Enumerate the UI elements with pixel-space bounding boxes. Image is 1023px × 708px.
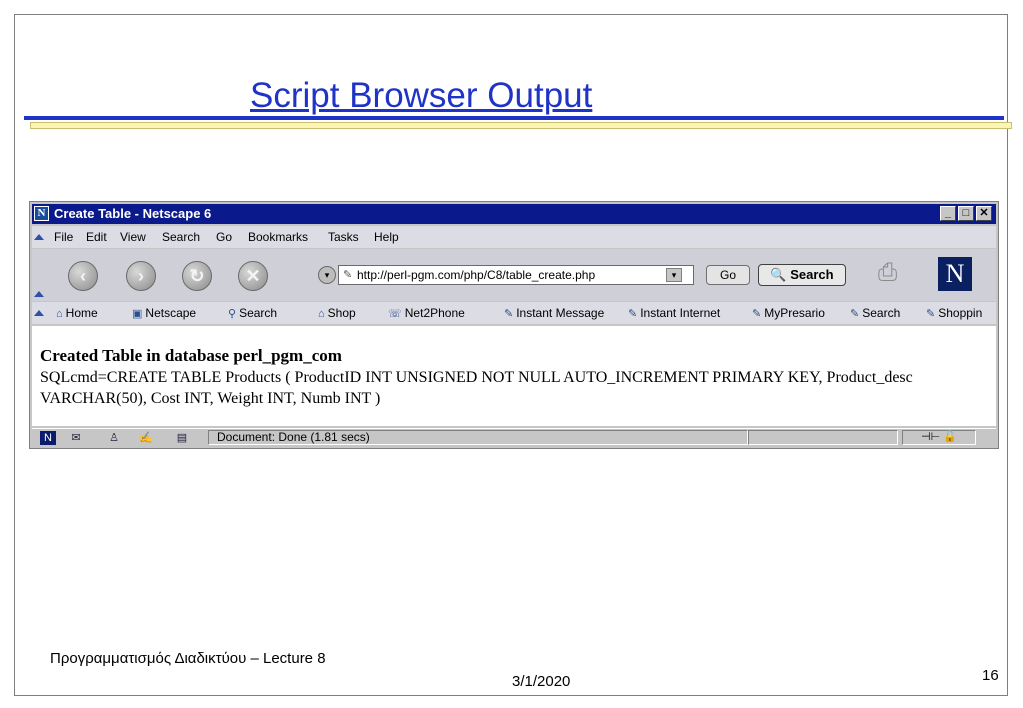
my-netscape-icon: ▣ [132, 308, 143, 320]
mail-icon[interactable]: ✉ [68, 431, 84, 445]
browser-window: N Create Table - Netscape 6 _ □ ✕ File E… [29, 201, 999, 449]
footer-course-title: Προγραμματισμός Διαδικτύου – Lecture 8 [50, 650, 326, 667]
shop-icon: ⌂ [318, 308, 325, 320]
menu-search[interactable]: Search [162, 230, 200, 244]
toolbar-instant-message-label: Instant Message [516, 306, 605, 320]
toolbar-grip-icon[interactable] [34, 310, 44, 316]
menu-edit[interactable]: Edit [86, 230, 107, 244]
address-book-icon[interactable]: ▤ [174, 431, 190, 445]
url-dropdown-icon[interactable]: ▾ [666, 268, 682, 282]
toolbar-search-2[interactable]: ✎ Search [850, 306, 900, 320]
page-content: Created Table in database perl_pgm_com S… [32, 326, 996, 426]
sql-command-text: SQLcmd=CREATE TABLE Products ( ProductID… [40, 369, 913, 407]
composer-icon[interactable]: ✍ [138, 431, 154, 445]
footer-date: 3/1/2020 [512, 673, 571, 690]
forward-icon[interactable]: › [126, 261, 156, 291]
menu-bookmarks[interactable]: Bookmarks [248, 230, 308, 244]
toolbar-search-label: Search [239, 306, 278, 320]
security-lock-icon[interactable]: ⊣⊢ 🔓 [902, 430, 976, 445]
stop-icon[interactable]: ✕ [238, 261, 268, 291]
menu-view[interactable]: View [120, 230, 146, 244]
search-icon: ⚲ [228, 308, 237, 320]
status-progress [748, 430, 898, 445]
menu-help[interactable]: Help [374, 230, 399, 244]
toolbar-grip-icon[interactable] [34, 291, 44, 297]
window-title: Create Table - Netscape 6 [54, 206, 212, 221]
toolbar-instant-internet-label: Instant Internet [640, 306, 721, 320]
bookmark-icon: ✎ [343, 269, 353, 281]
title-decor-bar [30, 122, 1012, 129]
history-dropdown-icon[interactable]: ▾ [318, 266, 336, 284]
navigation-toolbar: ‹ › ↻ ✕ ▾ ✎ http://perl-pgm.com/php/C8/t… [32, 249, 996, 301]
instant-messenger-icon[interactable]: ♙ [106, 431, 122, 445]
toolbar-netscape[interactable]: ▣ Netscape [132, 306, 196, 320]
toolbar-search-2-label: Search [862, 306, 901, 320]
search-button-label: Search [790, 267, 834, 282]
menu-bar: File Edit View Search Go Bookmarks Tasks… [32, 226, 996, 248]
bookmark-link-icon: ✎ [628, 308, 638, 320]
bookmark-link-icon: ✎ [504, 308, 514, 320]
toolbar-shop-label: Shop [327, 306, 356, 320]
phone-icon: ☏ [388, 308, 402, 320]
content-heading: Created Table in database perl_pgm_com [40, 346, 342, 365]
slide-title: Script Browser Output [250, 76, 593, 115]
toolbar-mypresario[interactable]: ✎ MyPresario [752, 306, 825, 320]
toolbar-net2phone[interactable]: ☏ Net2Phone [388, 306, 465, 320]
personal-toolbar: ⌂ Home ▣ Netscape ⚲ Search ⌂ Shop ☏ Net2Phone… [32, 302, 996, 324]
toolbar-netscape-label: Netscape [145, 306, 197, 320]
back-icon[interactable]: ‹ [68, 261, 98, 291]
toolbar-shop[interactable]: ⌂ Shop [318, 306, 356, 320]
toolbar-instant-message[interactable]: ✎ Instant Message [504, 306, 604, 320]
bookmark-link-icon: ✎ [752, 308, 762, 320]
bookmark-link-icon: ✎ [850, 308, 860, 320]
minimize-button[interactable]: _ [940, 206, 956, 221]
menu-go[interactable]: Go [216, 230, 232, 244]
go-button[interactable]: Go [706, 265, 750, 285]
status-bar: N ✉ ♙ ✍ ▤ Document: Done (1.81 secs) ⊣⊢ … [32, 428, 996, 447]
close-button[interactable]: ✕ [976, 206, 992, 221]
netscape-app-icon: N [34, 206, 49, 221]
url-input[interactable]: ✎ http://perl-pgm.com/php/C8/table_creat… [338, 265, 694, 285]
bookmark-link-icon: ✎ [926, 308, 936, 320]
menu-tasks[interactable]: Tasks [328, 230, 359, 244]
toolbar-net2phone-label: Net2Phone [404, 306, 465, 320]
print-icon[interactable]: ⎙ [878, 259, 914, 287]
reload-icon[interactable]: ↻ [182, 261, 212, 291]
page-number: 16 [982, 667, 999, 684]
title-underline-rule [24, 116, 1004, 120]
toolbar-shopping[interactable]: ✎ Shoppin [926, 306, 982, 320]
toolbar-search[interactable]: ⚲ Search [228, 306, 277, 320]
home-icon: ⌂ [56, 308, 63, 320]
toolbar-instant-internet[interactable]: ✎ Instant Internet [628, 306, 720, 320]
search-button[interactable]: 🔍 Search [758, 264, 846, 286]
toolbar-mypresario-label: MyPresario [764, 306, 825, 320]
toolbar-shopping-label: Shoppin [938, 306, 983, 320]
maximize-button[interactable]: □ [958, 206, 974, 221]
menu-file[interactable]: File [54, 230, 73, 244]
toolbar-home-label: Home [65, 306, 98, 320]
toolbar-home[interactable]: ⌂ Home [56, 306, 98, 320]
url-text: http://perl-pgm.com/php/C8/table_create.… [357, 268, 596, 282]
status-text: Document: Done (1.81 secs) [208, 430, 748, 445]
netscape-status-icon[interactable]: N [40, 431, 56, 445]
toolbar-grip-icon[interactable] [34, 234, 44, 240]
magnifier-icon: 🔍 [770, 267, 787, 282]
window-titlebar: N Create Table - Netscape 6 _ □ ✕ [32, 204, 996, 224]
netscape-logo[interactable]: N [938, 257, 972, 291]
